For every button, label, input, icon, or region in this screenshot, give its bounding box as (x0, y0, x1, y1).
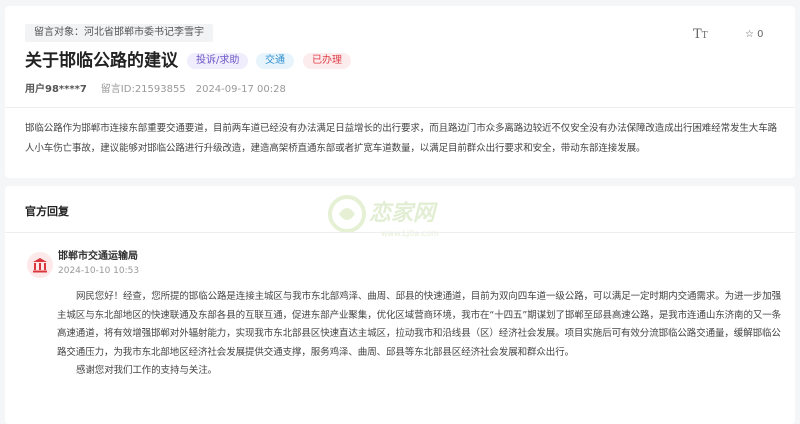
status-badge: 已办理 (303, 53, 351, 69)
reply-heading: 官方回复 (25, 205, 69, 218)
message-card: 留言对象：河北省邯郸市委书记李雪宇 关于邯临公路的建议 投诉/求助 交通 已办理… (5, 6, 795, 178)
star-icon: ☆ (745, 29, 754, 40)
favorite-count: 0 (757, 29, 764, 40)
divider (5, 232, 795, 233)
watermark-text: 恋家网 (369, 200, 438, 226)
favorite-button[interactable]: ☆ 0 (745, 29, 764, 41)
message-content: 邯临公路作为邯郸市连接东部重要交通要道，目前两车道已经没有办法满足日益增长的出行… (25, 123, 778, 154)
message-target: 留言对象：河北省邯郸市委书记李雪宇 (25, 24, 213, 42)
reply-paragraph: 感谢您对我们工作的支持与关注。 (76, 365, 218, 376)
watermark-logo: 恋家网 www.Lj0a.com (328, 195, 439, 238)
org-name: 邯郸市交通运输局 (58, 251, 138, 262)
avatar (27, 252, 53, 278)
user-name: 用户98****7 (25, 84, 87, 95)
font-size-button[interactable]: TT (693, 28, 708, 43)
message-id: 留言ID:21593855 (100, 84, 186, 95)
reply-content: 网民您好！经查，您所提的邯临公路是连接主城区与我市东北部鸡泽、曲周、邱县的快速通… (57, 288, 783, 381)
font-size-icon: TT (693, 27, 708, 42)
page-title: 关于邯临公路的建议 (25, 51, 178, 71)
message-datetime: 2024-09-17 00:28 (195, 84, 286, 95)
reply-paragraph: 网民您好！经查，您所提的邯临公路是连接主城区与我市东北部鸡泽、曲周、邱县的快速通… (57, 291, 782, 358)
government-building-icon (33, 258, 47, 273)
watermark-url: www.Lj0a.com (381, 229, 439, 238)
topic-tag: 交通 (256, 53, 294, 69)
divider (5, 107, 795, 108)
message-meta: 用户98****7 留言ID:21593855 2024-09-17 00:28 (25, 83, 286, 97)
reply-card: 官方回复 恋家网 www.Lj0a.com 邯郸市交通运输局 2024-10-1… (5, 186, 795, 424)
reply-date: 2024-10-10 10:53 (58, 266, 140, 276)
category-tag: 投诉/求助 (187, 53, 249, 69)
